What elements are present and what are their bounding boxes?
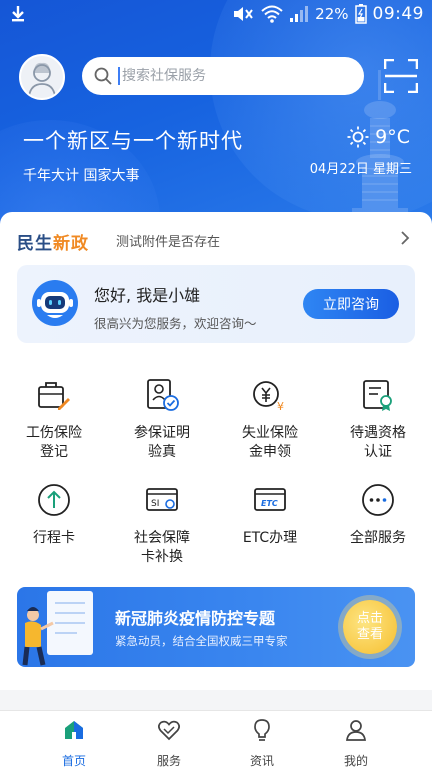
service-label: 参保证明 验真 — [134, 425, 190, 460]
tab-services[interactable]: 服务 — [129, 718, 209, 769]
service-label: ETC办理 — [242, 530, 298, 546]
home-icon — [65, 721, 83, 739]
doctor-illustration — [22, 591, 93, 666]
certificate-icon — [363, 380, 392, 411]
robot-icon — [32, 280, 78, 326]
service-label: 失业保险 金申领 — [242, 425, 298, 460]
service-label: 社会保障 卡补换 — [134, 530, 190, 565]
banner-subtitle: 紧急动员，结合全国权威三甲专家 — [115, 634, 288, 648]
service-insurance-proof[interactable]: 参保证明 验真 — [112, 378, 212, 462]
temperature: 9°C — [375, 126, 410, 148]
tab-news[interactable]: 资讯 — [222, 718, 302, 769]
avatar[interactable] — [19, 54, 65, 100]
battery-icon — [354, 4, 367, 24]
arrow-up-circle-icon — [38, 484, 70, 516]
svg-text:SI: SI — [151, 499, 159, 509]
svg-text:ETC: ETC — [261, 499, 278, 508]
news-brand-part2: 新政 — [53, 234, 89, 254]
service-label: 工伤保险 登记 — [26, 425, 82, 460]
etc-card-icon: ETC — [254, 488, 286, 511]
section-divider — [0, 690, 432, 710]
tab-label: 服务 — [156, 754, 181, 768]
service-ss-card-replace[interactable]: SI 社会保障 卡补换 — [112, 483, 212, 567]
tab-label: 首页 — [61, 754, 86, 768]
view-button-label: 点击查看 — [356, 611, 383, 642]
wifi-icon — [261, 5, 283, 23]
hero-subtitle: 千年大计 国家大事 — [23, 168, 140, 184]
user-avatar-icon — [28, 62, 56, 97]
service-qualification[interactable]: 待遇资格 认证 — [328, 378, 428, 462]
service-etc[interactable]: ETC ETC办理 — [220, 483, 320, 548]
banner-title: 新冠肺炎疫情防控专题 — [115, 609, 276, 628]
id-card-check-icon — [147, 379, 179, 411]
si-card-icon: SI — [146, 488, 178, 511]
covid-banner[interactable]: 新冠肺炎疫情防控专题 紧急动员，结合全国权威三甲专家 点击查看 — [17, 587, 415, 667]
tab-home[interactable]: 首页 — [34, 718, 114, 769]
tab-label: 我的 — [343, 754, 368, 768]
chevron-right-icon[interactable] — [400, 230, 410, 246]
bulb-icon — [254, 719, 270, 741]
news-brand-part1: 民生 — [17, 234, 53, 254]
service-label: 待遇资格 认证 — [350, 425, 406, 460]
weather: 9°C — [347, 126, 410, 148]
search-input[interactable]: 搜索社保服务 — [82, 57, 364, 95]
briefcase-edit-icon — [38, 382, 70, 410]
assistant-card[interactable]: 您好, 我是小雄 很高兴为您服务，欢迎咨询～ 立即咨询 — [17, 265, 415, 343]
mute-icon — [234, 7, 253, 21]
svg-text:¥: ¥ — [277, 400, 284, 412]
view-button[interactable]: 点击查看 — [343, 600, 397, 654]
search-placeholder: 搜索社保服务 — [118, 67, 206, 85]
service-all[interactable]: 全部服务 — [328, 483, 428, 548]
assistant-subtitle: 很高兴为您服务，欢迎咨询～ — [94, 316, 257, 331]
hero-banner — [0, 0, 432, 230]
service-unemployment[interactable]: ¥ 失业保险 金申领 — [220, 378, 320, 462]
more-dots-icon — [362, 484, 394, 516]
date-label: 04月22日 星期三 — [309, 162, 412, 177]
download-icon — [12, 6, 24, 22]
consult-button[interactable]: 立即咨询 — [303, 289, 399, 319]
sun-icon — [347, 126, 369, 148]
service-itinerary-card[interactable]: 行程卡 — [4, 483, 104, 548]
assistant-greeting: 您好, 我是小雄 — [94, 286, 201, 305]
news-brand: 民生新政 — [17, 229, 89, 254]
clock: 09:49 — [372, 4, 424, 24]
search-icon — [94, 67, 112, 85]
news-headline[interactable]: 测试附件是否存在 — [116, 231, 220, 250]
battery-percent: 22% — [315, 5, 349, 23]
service-injury-insurance[interactable]: 工伤保险 登记 — [4, 378, 104, 462]
tab-mine[interactable]: 我的 — [316, 718, 396, 769]
tab-label: 资讯 — [249, 754, 274, 768]
status-bar: 22% 09:49 — [0, 0, 432, 30]
hero-slogan: 一个新区与一个新时代 — [23, 129, 243, 153]
service-label: 全部服务 — [350, 530, 406, 546]
bottom-tab-bar: 首页 服务 资讯 我的 — [0, 710, 432, 769]
service-label: 行程卡 — [33, 530, 75, 546]
user-icon — [346, 720, 366, 741]
heart-icon — [158, 720, 180, 741]
signal-icon — [290, 6, 309, 22]
money-person-icon: ¥ — [253, 381, 284, 413]
scan-icon[interactable] — [384, 59, 418, 93]
